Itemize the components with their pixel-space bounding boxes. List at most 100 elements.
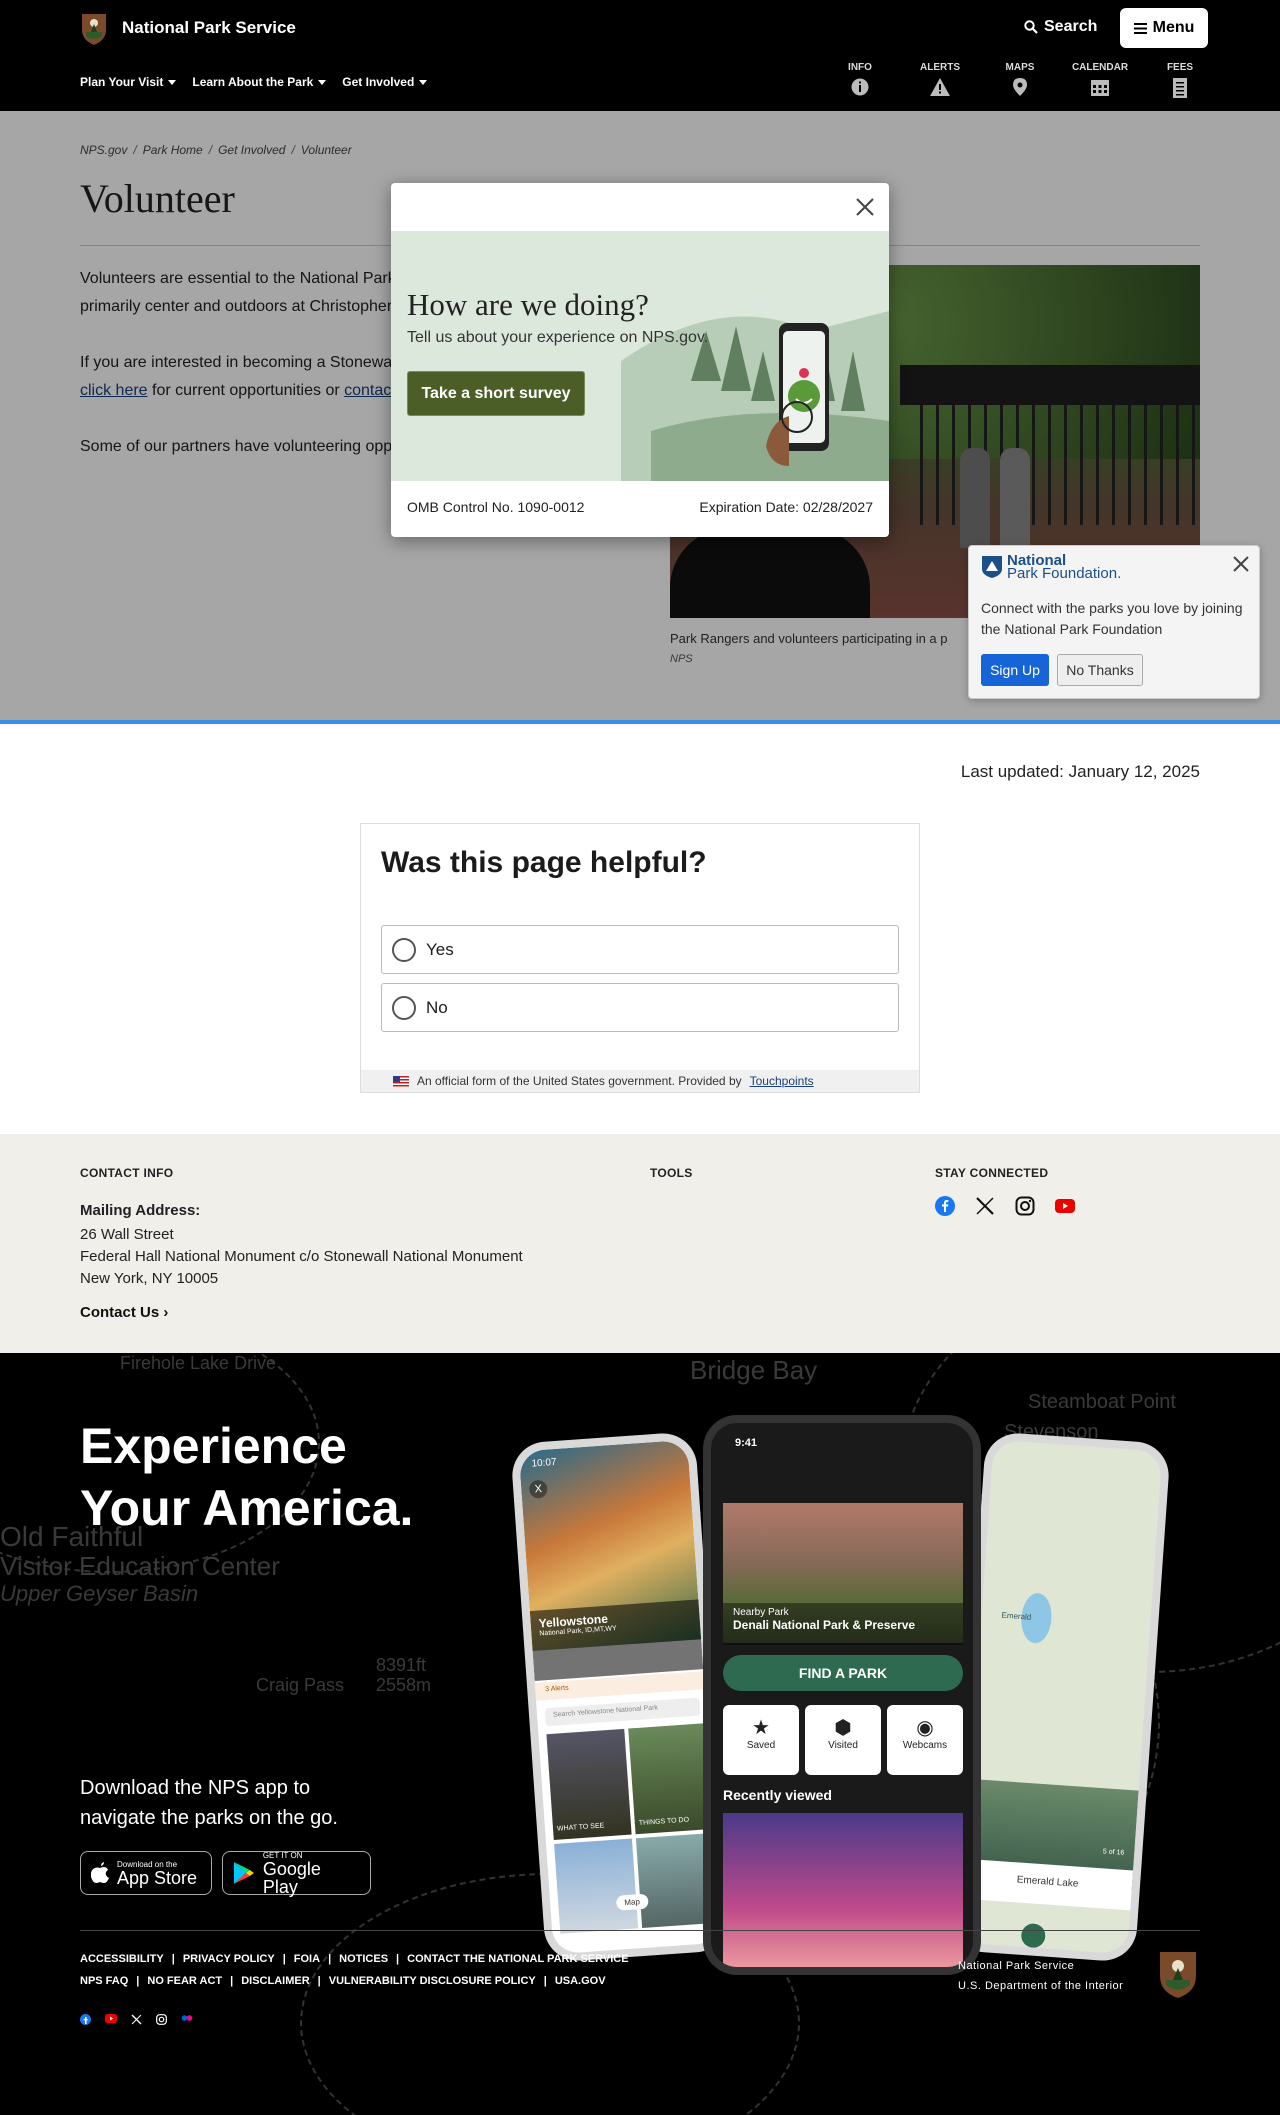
- x-twitter-icon[interactable]: [975, 1196, 995, 1216]
- quick-link-label: MAPS: [1005, 62, 1035, 73]
- map-label: 8391ft: [376, 1655, 427, 1675]
- menu-label: Menu: [1152, 19, 1195, 36]
- address-line: 26 Wall Street: [80, 1226, 174, 1243]
- take-survey-button[interactable]: Take a short survey: [407, 371, 585, 416]
- helpful-yes-option[interactable]: Yes: [381, 925, 899, 974]
- dept-line: U.S. Department of the Interior: [958, 1980, 1124, 1992]
- map-label: Upper Geyser Basin: [0, 1581, 199, 1606]
- download-app-text: Download the NPS app to navigate the par…: [80, 1777, 338, 1829]
- flickr-icon[interactable]: [181, 2014, 193, 2022]
- footer-link[interactable]: NOTICES: [339, 1953, 388, 1965]
- sign-up-button[interactable]: Sign Up: [981, 654, 1049, 686]
- mailing-address: Mailing Address: 26 Wall Street Federal …: [80, 1200, 523, 1290]
- contact-us-label: Contact Us: [80, 1304, 160, 1321]
- quick-link-label: INFO: [848, 62, 872, 73]
- npf-arrowhead-icon: [982, 556, 1002, 578]
- close-icon[interactable]: [853, 195, 877, 219]
- nav-label: Plan Your Visit: [80, 75, 164, 89]
- phone-search: Search Yellowstone National Park: [544, 1697, 701, 1727]
- expiration-date: Expiration Date: 02/28/2027: [699, 499, 873, 515]
- caret-down-icon: [168, 79, 177, 85]
- stay-connected-heading: STAY CONNECTED: [935, 1166, 1049, 1180]
- app-headline: Experience Your America.: [80, 1415, 413, 1539]
- youtube-icon[interactable]: [1055, 1199, 1075, 1213]
- map-label: Bridge Bay: [690, 1355, 818, 1385]
- quick-link-calendar[interactable]: CALENDAR: [1060, 62, 1140, 98]
- quick-link-label: ALERTS: [920, 62, 960, 73]
- hamburger-icon: [1133, 22, 1147, 34]
- menu-button[interactable]: Menu: [1120, 8, 1208, 48]
- survey-hero: How are we doing? Tell us about your exp…: [391, 231, 889, 481]
- npf-logo: National Park Foundation.: [981, 553, 1121, 581]
- official-form-banner: An official form of the United States go…: [361, 1070, 919, 1092]
- pin-check-icon: ⬢: [834, 1717, 852, 1739]
- department-info: National Park Service U.S. Department of…: [958, 1956, 1123, 1996]
- contact-us-link[interactable]: Contact Us ›: [80, 1304, 168, 1321]
- facebook-icon[interactable]: [80, 2014, 91, 2025]
- arrowhead-logo-icon: [82, 14, 106, 45]
- site-name: National Park Service: [122, 18, 296, 37]
- address-line: Federal Hall National Monument c/o Stone…: [80, 1248, 523, 1265]
- phone-tile-label: Visited: [828, 1740, 858, 1751]
- quick-link-fees[interactable]: FEES: [1140, 62, 1220, 98]
- caret-down-icon: [318, 79, 327, 85]
- link-separator: |: [317, 1975, 321, 1987]
- footer-link[interactable]: NO FEAR ACT: [147, 1975, 222, 1987]
- link-separator: |: [543, 1975, 547, 1987]
- nps-logo-link[interactable]: National Park Service: [80, 10, 296, 46]
- nav-get-involved[interactable]: Get Involved: [342, 75, 428, 89]
- footer-link[interactable]: NPS FAQ: [80, 1975, 128, 1987]
- facebook-icon[interactable]: [935, 1196, 955, 1216]
- link-separator: |: [396, 1953, 400, 1965]
- footer-link[interactable]: USA.GOV: [555, 1975, 606, 1987]
- instagram-icon[interactable]: [1015, 1196, 1035, 1216]
- radio-button[interactable]: [392, 937, 416, 962]
- footer-link[interactable]: CONTACT THE NATIONAL PARK SERVICE: [407, 1953, 628, 1965]
- close-icon[interactable]: [1231, 554, 1251, 574]
- footer-link[interactable]: VULNERABILITY DISCLOSURE POLICY: [329, 1975, 536, 1987]
- address-line: New York, NY 10005: [80, 1270, 219, 1287]
- mailing-address-label: Mailing Address:: [80, 1202, 201, 1219]
- touchpoints-link[interactable]: Touchpoints: [750, 1074, 814, 1088]
- phone-time: 10:07: [531, 1456, 557, 1470]
- footer-link[interactable]: DISCLAIMER: [241, 1975, 309, 1987]
- instagram-icon[interactable]: [156, 2014, 167, 2025]
- footer-social-links: [80, 2014, 193, 2025]
- primary-nav: Plan Your Visit Learn About the Park Get…: [80, 75, 428, 89]
- footer-link[interactable]: FOIA: [294, 1953, 320, 1965]
- search-button[interactable]: Search: [1024, 18, 1097, 36]
- npf-popup: National Park Foundation. Connect with th…: [968, 545, 1260, 699]
- forest-illustration: [621, 311, 889, 481]
- app-store-button[interactable]: Download on the App Store: [80, 1851, 212, 1895]
- phone-tile: THINGS TO DO: [628, 1723, 714, 1835]
- phone-map-button: Map: [615, 1893, 649, 1911]
- radio-button[interactable]: [392, 995, 416, 1020]
- google-play-icon: [233, 1862, 254, 1884]
- quick-link-alerts[interactable]: ALERTS: [900, 62, 980, 98]
- page-helpful-form: Was this page helpful? Yes No An officia…: [360, 823, 920, 1093]
- helpful-no-option[interactable]: No: [381, 983, 899, 1032]
- youtube-icon[interactable]: [105, 2014, 117, 2023]
- footer-link[interactable]: PRIVACY POLICY: [183, 1953, 275, 1965]
- quick-link-info[interactable]: INFO: [820, 62, 900, 98]
- quick-link-maps[interactable]: MAPS: [980, 62, 1060, 98]
- calendar-icon: [1091, 80, 1109, 96]
- google-play-button[interactable]: GET IT ON Google Play: [222, 1851, 371, 1896]
- nav-plan-your-visit[interactable]: Plan Your Visit: [80, 75, 177, 89]
- link-separator: |: [171, 1953, 175, 1965]
- footer-link[interactable]: ACCESSIBILITY: [80, 1953, 164, 1965]
- phone-tile-label: Webcams: [902, 1740, 948, 1751]
- phone-marker-label: Emerald: [1001, 1610, 1032, 1622]
- phone-mockup-center: 9:41 Nearby Park Denali National Park & …: [703, 1415, 981, 1975]
- no-thanks-button[interactable]: No Thanks: [1057, 654, 1143, 686]
- quick-links: INFO ALERTS MAPS CALENDAR FEES: [820, 62, 1220, 98]
- alert-icon: [930, 78, 950, 96]
- map-label: Visitor Education Center: [0, 1551, 280, 1581]
- x-twitter-icon[interactable]: [131, 2014, 142, 2025]
- phone-photo-count: 5 of 16: [1102, 1848, 1125, 1857]
- quick-link-label: FEES: [1166, 62, 1194, 73]
- nav-learn-about-the-park[interactable]: Learn About the Park: [192, 75, 327, 89]
- map-label: 2558m: [376, 1675, 432, 1695]
- chevron-right-icon: ›: [163, 1304, 169, 1321]
- contact-info-heading: CONTACT INFO: [80, 1166, 174, 1180]
